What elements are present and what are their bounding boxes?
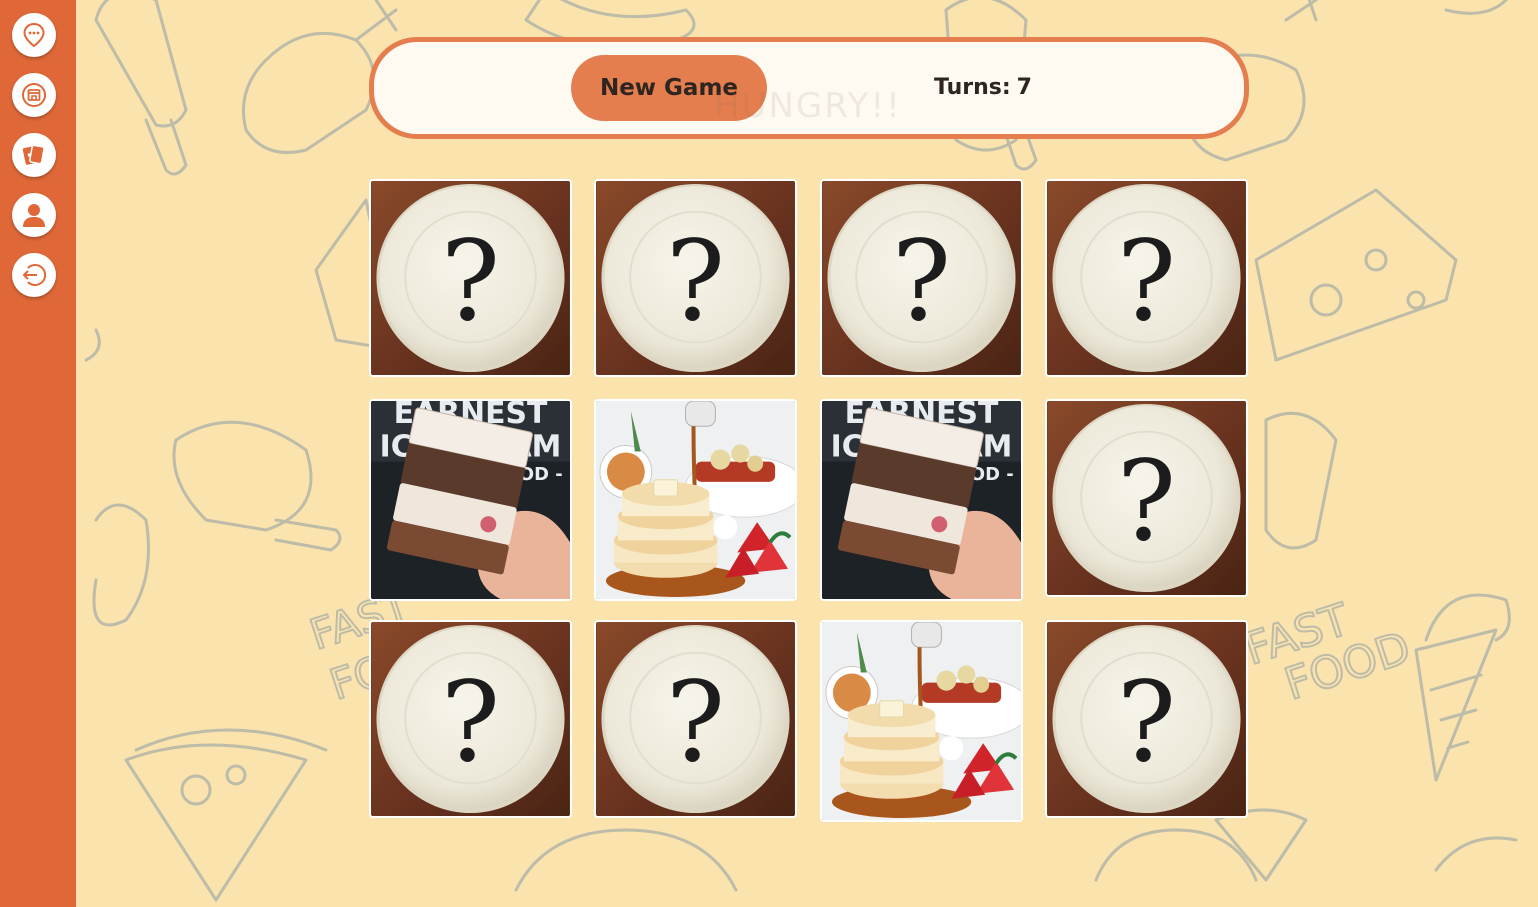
plate-question-card-face <box>1047 622 1246 816</box>
nav-logout-button[interactable] <box>12 253 56 297</box>
location-pin-icon <box>23 22 45 48</box>
memory-card[interactable] <box>1045 620 1248 818</box>
nav-location-button[interactable] <box>12 13 56 57</box>
memory-card[interactable] <box>369 620 572 818</box>
memory-card-revealed[interactable] <box>820 620 1023 822</box>
plate-question-card-face <box>371 622 570 816</box>
svg-text:FOOD: FOOD <box>1279 622 1417 710</box>
turns-label: Turns: <box>934 75 1011 100</box>
plate-question-card-face <box>596 181 795 375</box>
game-header: New Game HUNGRY!! Turns: 7 <box>369 37 1249 139</box>
plate-question-card-face <box>371 181 570 375</box>
logout-icon <box>22 264 47 286</box>
turns-value: 7 <box>1016 75 1032 100</box>
nav-restaurant-button[interactable] <box>12 73 56 117</box>
plate-question-card-face <box>596 622 795 816</box>
user-icon <box>23 204 45 227</box>
ice-cream-sandwich-image <box>822 401 1021 599</box>
cards-icon <box>22 144 45 165</box>
turns-counter: Turns: 7 <box>934 72 1032 104</box>
ice-cream-sandwich-image <box>371 401 570 599</box>
svg-text:FAST: FAST <box>1239 594 1356 675</box>
memory-card[interactable] <box>1045 399 1248 597</box>
plate-question-card-face <box>1047 181 1246 375</box>
nav-cards-button[interactable] <box>12 133 56 177</box>
memory-card-revealed[interactable] <box>820 399 1023 601</box>
memory-card-revealed[interactable] <box>594 399 797 601</box>
souffle-pancakes-image <box>822 622 1021 820</box>
memory-card-revealed[interactable] <box>369 399 572 601</box>
plate-question-card-face <box>1047 401 1246 595</box>
memory-card[interactable] <box>820 179 1023 377</box>
memory-card[interactable] <box>594 179 797 377</box>
memory-card[interactable] <box>594 620 797 818</box>
souffle-pancakes-image <box>596 401 795 599</box>
storefront-icon <box>22 83 46 107</box>
memory-card[interactable] <box>1045 179 1248 377</box>
memory-card[interactable] <box>369 179 572 377</box>
sidebar <box>0 0 76 907</box>
plate-question-card-face <box>822 181 1021 375</box>
memory-game-board <box>369 179 1251 824</box>
nav-profile-button[interactable] <box>12 193 56 237</box>
watermark-logo: HUNGRY!! <box>714 86 902 126</box>
